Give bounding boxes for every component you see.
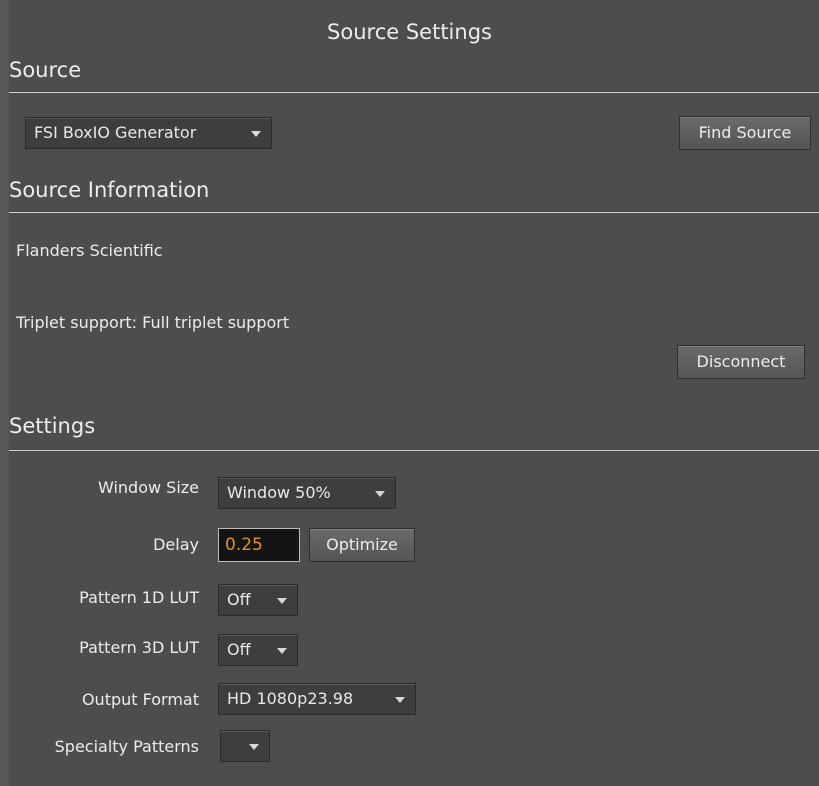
source-divider [9,92,819,93]
find-source-button[interactable]: Find Source [679,116,811,150]
source-dropdown[interactable]: FSI BoxIO Generator [25,117,272,149]
source-heading: Source [9,58,82,82]
settings-heading: Settings [9,414,96,438]
output-format-dropdown[interactable]: HD 1080p23.98 [218,683,416,715]
window-size-label: Window Size [97,478,199,497]
specialty-patterns-label: Specialty Patterns [54,737,199,756]
pattern-3d-lut-label: Pattern 3D LUT [79,638,199,657]
chevron-down-icon [249,744,259,750]
source-information-heading: Source Information [9,178,210,202]
chevron-down-icon [251,131,261,137]
delay-label: Delay [153,535,199,554]
source-information-divider [9,212,819,213]
pattern-1d-lut-value: Off [227,590,251,609]
manufacturer-text: Flanders Scientific [16,241,163,260]
delay-input[interactable]: 0.25 [218,528,300,562]
pattern-3d-lut-dropdown[interactable]: Off [218,634,298,666]
pattern-1d-lut-label: Pattern 1D LUT [79,588,199,607]
chevron-down-icon [277,648,287,654]
source-dropdown-value: FSI BoxIO Generator [34,123,197,142]
chevron-down-icon [375,491,385,497]
window-size-value: Window 50% [227,483,331,502]
output-format-label: Output Format [81,690,199,709]
triplet-support-text: Triplet support: Full triplet support [16,313,290,332]
optimize-button[interactable]: Optimize [309,528,415,562]
window-size-dropdown[interactable]: Window 50% [218,477,396,509]
panel-title: Source Settings [327,20,492,44]
specialty-patterns-dropdown[interactable] [220,730,270,762]
pattern-1d-lut-dropdown[interactable]: Off [218,584,298,616]
settings-divider [9,450,819,451]
output-format-value: HD 1080p23.98 [227,689,354,708]
pattern-3d-lut-value: Off [227,640,251,659]
disconnect-button[interactable]: Disconnect [677,345,805,379]
chevron-down-icon [277,598,287,604]
chevron-down-icon [395,697,405,703]
